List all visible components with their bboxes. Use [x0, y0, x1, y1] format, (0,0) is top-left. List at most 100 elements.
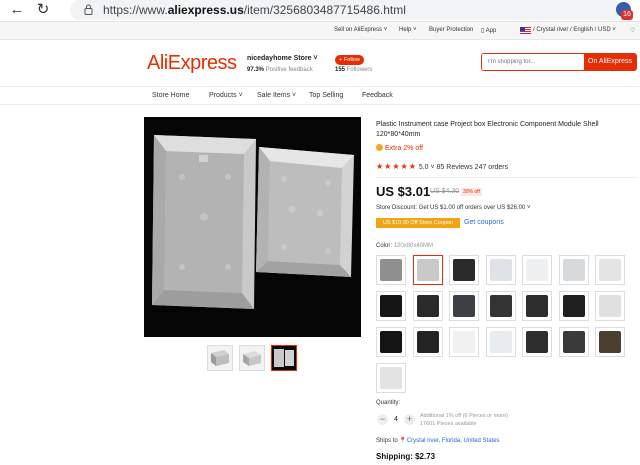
thumbnail-3[interactable] — [271, 345, 297, 371]
back-arrow-icon[interactable]: ← — [6, 0, 28, 22]
swatch-thumbnail — [416, 331, 439, 353]
locale-selector[interactable]: / Crystal river / English / USD ˅ — [533, 27, 616, 33]
star-rating-icon: ★★★★★ — [376, 162, 417, 171]
color-swatch[interactable] — [376, 255, 406, 285]
extra-discount: Extra 2% off — [376, 144, 423, 152]
nav-sale-items[interactable]: Sale Items ˅ — [257, 92, 296, 99]
shipping-cost: Shipping: $2.73 — [376, 452, 436, 461]
color-swatch[interactable] — [558, 291, 589, 321]
color-swatch[interactable] — [485, 255, 516, 285]
current-price: US $3.01 — [376, 184, 431, 199]
rating-row: ★★★★★ 5.0 ˅ 85 Reviews 247 orders — [376, 162, 508, 171]
followers-count: 155 Followers — [335, 67, 373, 73]
color-swatch[interactable] — [595, 327, 625, 357]
extension-icon[interactable]: 16 — [614, 1, 634, 21]
aliexpress-logo[interactable]: AliExpress — [147, 52, 237, 75]
reviews-link[interactable]: 85 Reviews — [437, 164, 473, 171]
color-swatch[interactable] — [485, 291, 516, 321]
thumbnail-image — [208, 346, 232, 370]
swatch-thumbnail — [380, 367, 402, 389]
search-bar: On AliExpress — [481, 53, 637, 71]
color-swatch[interactable] — [595, 291, 625, 321]
color-swatch[interactable] — [522, 327, 552, 357]
quantity-value[interactable]: 4 — [394, 416, 398, 423]
search-on-aliexpress-button[interactable]: On AliExpress — [584, 54, 636, 70]
buyer-protection-link[interactable]: Buyer Protection — [429, 27, 473, 33]
swatch-thumbnail — [562, 331, 585, 353]
color-swatch[interactable] — [449, 291, 479, 321]
color-swatch[interactable] — [412, 327, 443, 357]
quantity-decrease-button[interactable]: − — [377, 414, 388, 425]
thumbnail-1[interactable] — [207, 345, 233, 371]
store-coupon-badge: US $10.00 Off Store Coupon — [376, 218, 460, 228]
nav-store-home[interactable]: Store Home — [152, 92, 189, 99]
orders-count: 247 orders — [474, 164, 509, 171]
project-box-image — [144, 117, 361, 337]
swatch-thumbnail — [526, 331, 548, 353]
app-link[interactable]: ▯ App — [481, 27, 496, 34]
address-bar[interactable]: https://www.aliexpress.us/item/325680348… — [70, 0, 622, 20]
wishlist-heart-icon[interactable]: ♡ — [630, 27, 635, 34]
swatch-thumbnail — [562, 295, 585, 317]
thumbnail-2[interactable] — [239, 345, 265, 371]
nav-top-selling[interactable]: Top Selling — [309, 92, 343, 99]
rating-value[interactable]: 5.0 ˅ — [419, 164, 435, 171]
color-swatch[interactable] — [412, 291, 443, 321]
thumbnail-image — [240, 346, 264, 370]
quantity-note: Additional 1% off (6 Pieces or more) 1760… — [420, 413, 508, 427]
swatch-thumbnail — [489, 295, 512, 317]
swatch-thumbnail — [453, 331, 475, 353]
color-swatch[interactable] — [412, 255, 443, 285]
color-swatch[interactable] — [522, 291, 552, 321]
color-swatch[interactable] — [449, 255, 479, 285]
swatch-thumbnail — [526, 295, 548, 317]
thumbnail-image — [272, 346, 296, 370]
lock-icon — [84, 4, 93, 15]
ships-to: Ships to 📍Crystal river, Florida, United… — [376, 438, 500, 444]
reload-icon[interactable]: ↻ — [32, 0, 54, 22]
swatch-thumbnail — [416, 259, 439, 281]
swatch-thumbnail — [380, 259, 402, 281]
swatch-thumbnail — [416, 295, 439, 317]
store-feedback: 97.3% Positive feedback — [247, 67, 313, 73]
discount-badge: 30% off — [461, 188, 482, 196]
help-link[interactable]: Help ˅ — [399, 27, 417, 33]
nav-products[interactable]: Products ˅ — [209, 92, 243, 99]
product-title: Plastic Instrument case Project box Elec… — [376, 121, 599, 138]
us-flag-icon — [520, 27, 531, 34]
extension-count-badge: 16 — [621, 10, 633, 20]
location-pin-icon: 📍 — [399, 438, 407, 444]
color-swatch[interactable] — [558, 255, 589, 285]
color-swatch[interactable] — [449, 327, 479, 357]
swatch-thumbnail — [453, 259, 475, 281]
main-product-image[interactable] — [144, 117, 361, 337]
store-name[interactable]: nicedayhome Store ˅ — [247, 55, 318, 62]
swatch-thumbnail — [380, 331, 402, 353]
color-swatch[interactable] — [522, 255, 552, 285]
sell-link[interactable]: Sell on AliExpress ˅ — [334, 27, 387, 33]
swatch-thumbnail — [599, 331, 621, 353]
swatch-thumbnail — [453, 295, 475, 317]
color-swatch[interactable] — [376, 291, 406, 321]
color-swatch[interactable] — [376, 363, 406, 393]
color-swatch[interactable] — [376, 327, 406, 357]
original-price: US $4.30 — [430, 188, 460, 195]
search-input[interactable] — [482, 54, 584, 70]
get-coupons-link[interactable]: Get coupons — [464, 219, 504, 226]
nav-feedback[interactable]: Feedback — [362, 92, 393, 99]
swatch-thumbnail — [489, 259, 512, 281]
ships-to-location[interactable]: Crystal river, Florida, United States — [407, 438, 500, 444]
color-swatch[interactable] — [558, 327, 589, 357]
swatch-thumbnail — [489, 331, 512, 353]
swatch-thumbnail — [380, 295, 402, 317]
store-discount[interactable]: Store Discount: Get US $1.00 off orders … — [376, 205, 530, 211]
quantity-increase-button[interactable]: + — [404, 414, 415, 425]
divider — [376, 177, 638, 178]
color-label: Color: 120x80x40MM — [376, 243, 434, 249]
swatch-thumbnail — [562, 259, 585, 281]
color-swatch[interactable] — [485, 327, 516, 357]
swatch-thumbnail — [599, 259, 621, 281]
store-navigation: Store Home Products ˅ Sale Items ˅ Top S… — [0, 86, 640, 105]
color-swatch[interactable] — [595, 255, 625, 285]
follow-button[interactable]: + Follow — [335, 55, 364, 65]
